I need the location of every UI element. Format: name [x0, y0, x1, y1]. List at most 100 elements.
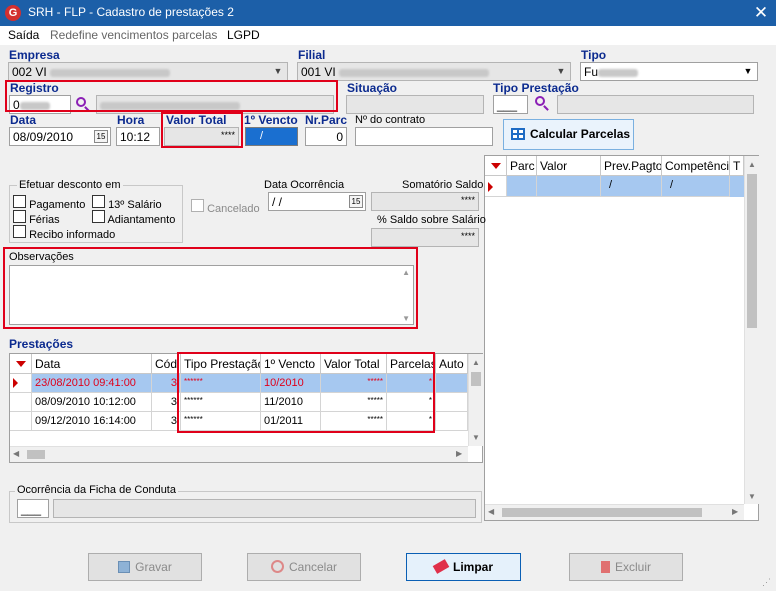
- tipo-select[interactable]: Fu ▼: [580, 62, 758, 81]
- filial-label: Filial: [298, 48, 326, 62]
- scroll-right-icon[interactable]: ▶: [456, 449, 462, 458]
- col-valor[interactable]: Valor: [537, 156, 601, 176]
- redacted-text: [50, 68, 171, 77]
- table-row[interactable]: 08/09/2010 10:12:00 3 ****** 11/2010 ***…: [10, 393, 468, 412]
- col-tipo-prestacao[interactable]: Tipo Prestação: [181, 354, 261, 374]
- scroll-up-icon[interactable]: ▲: [472, 358, 480, 367]
- scroll-thumb[interactable]: [27, 450, 45, 459]
- situacao-field: [346, 95, 484, 114]
- filial-select[interactable]: 001 VI ▼: [297, 62, 571, 81]
- limpar-label: Limpar: [452, 560, 493, 574]
- scroll-up-icon[interactable]: ▲: [748, 160, 756, 169]
- col-parcelas[interactable]: Parcelas: [387, 354, 436, 374]
- grid-menu-button[interactable]: [10, 354, 32, 374]
- dropdown-icon: [16, 361, 26, 367]
- ocorrencia-code-input[interactable]: ___: [17, 499, 49, 518]
- table-cell: 11/2010: [261, 393, 321, 412]
- somatorio-saldo-label: Somatório Saldo: [402, 179, 484, 191]
- scroll-down-icon[interactable]: ▼: [748, 492, 756, 501]
- calendar-icon[interactable]: 15: [94, 130, 108, 143]
- scroll-thumb[interactable]: [502, 508, 702, 517]
- scroll-thumb[interactable]: [747, 174, 757, 328]
- situacao-label: Situação: [347, 81, 398, 95]
- data-input[interactable]: 08/09/2010 15: [9, 127, 111, 146]
- data-ocorrencia-input[interactable]: / / 15: [268, 192, 366, 211]
- col-auto[interactable]: Auto d: [436, 354, 468, 374]
- menu-redefine-vencimentos[interactable]: Redefine vencimentos parcelas: [50, 28, 217, 42]
- search-registro-button[interactable]: [75, 96, 91, 112]
- nr-parc-input[interactable]: 0: [305, 127, 347, 146]
- table-cell: ******: [181, 374, 261, 393]
- prestacoes-grid[interactable]: Data Cód Tipo Prestação 1º Vencto Valor …: [9, 353, 483, 463]
- col-parc[interactable]: Parc: [507, 156, 537, 176]
- hora-input[interactable]: 10:12: [116, 127, 160, 146]
- scroll-right-icon[interactable]: ▶: [732, 507, 738, 516]
- adiantamento-checkbox[interactable]: Adiantamento: [92, 210, 175, 226]
- recibo-checkbox[interactable]: Recibo informado: [13, 225, 115, 241]
- checkbox-box: [92, 210, 105, 223]
- registro-input[interactable]: 0: [9, 95, 71, 114]
- table-cell: 3: [152, 374, 181, 393]
- prestacoes-label: Prestações: [9, 337, 74, 351]
- close-icon[interactable]: ✕: [750, 3, 772, 23]
- excluir-label: Excluir: [614, 560, 651, 574]
- table-row[interactable]: 23/08/2010 09:41:00 3 ****** 10/2010 ***…: [10, 374, 468, 393]
- horizontal-scrollbar[interactable]: ◀ ▶: [10, 446, 468, 462]
- search-tipo-prestacao-button[interactable]: [534, 95, 550, 111]
- scroll-left-icon[interactable]: ◀: [488, 507, 494, 516]
- table-cell: *: [387, 393, 436, 412]
- table-cell: /: [662, 176, 730, 197]
- nr-contrato-input[interactable]: [355, 127, 493, 146]
- vertical-scrollbar[interactable]: ▲ ▼: [744, 156, 759, 504]
- cancelado-label: Cancelado: [207, 203, 260, 215]
- calcular-parcelas-button[interactable]: Calcular Parcelas: [503, 119, 634, 150]
- table-cell: [537, 176, 601, 197]
- resize-grip-icon[interactable]: ⋰: [762, 577, 771, 588]
- scroll-left-icon[interactable]: ◀: [13, 449, 19, 458]
- empresa-select[interactable]: 002 VI ▼: [8, 62, 288, 81]
- ferias-checkbox[interactable]: Férias: [13, 210, 60, 226]
- gravar-button[interactable]: Gravar: [88, 553, 202, 581]
- vertical-scrollbar[interactable]: ▲ ▼: [468, 354, 483, 446]
- col-t[interactable]: T: [730, 156, 744, 176]
- decimo-terceiro-checkbox[interactable]: 13º Salário: [92, 195, 162, 211]
- table-cell: [436, 412, 468, 431]
- dropdown-icon: [491, 163, 501, 169]
- filial-value: 001 VI: [301, 65, 336, 79]
- col-prev-pagto[interactable]: Prev.Pagto: [601, 156, 662, 176]
- parcelas-grid[interactable]: Parc Valor Prev.Pagto Competência T / / …: [484, 155, 759, 521]
- col-valor-total[interactable]: Valor Total: [321, 354, 387, 374]
- cancelar-button[interactable]: Cancelar: [247, 553, 361, 581]
- observacoes-textarea[interactable]: ▲ ▼: [9, 265, 414, 325]
- chevron-down-icon: ▼: [556, 66, 566, 76]
- cancelado-checkbox[interactable]: Cancelado: [191, 199, 260, 215]
- horizontal-scrollbar[interactable]: ◀ ▶: [485, 504, 744, 520]
- scroll-down-icon[interactable]: ▼: [402, 314, 410, 323]
- tipo-prestacao-input[interactable]: ___: [493, 95, 528, 114]
- col-cod[interactable]: Cód: [152, 354, 181, 374]
- pagamento-checkbox[interactable]: Pagamento: [13, 195, 85, 211]
- tipo-prestacao-label: Tipo Prestação: [493, 81, 579, 95]
- scroll-up-icon[interactable]: ▲: [402, 268, 410, 277]
- table-row[interactable]: 09/12/2010 16:14:00 3 ****** 01/2011 ***…: [10, 412, 468, 431]
- grid-menu-button[interactable]: [485, 156, 507, 176]
- registro-nome-field: [96, 95, 334, 114]
- scroll-down-icon[interactable]: ▼: [472, 433, 480, 442]
- calendar-icon[interactable]: 15: [349, 195, 363, 208]
- table-cell: [436, 374, 468, 393]
- primeiro-vencto-input[interactable]: /: [245, 127, 298, 146]
- col-data[interactable]: Data: [32, 354, 152, 374]
- col-competencia[interactable]: Competência: [662, 156, 730, 176]
- checkbox-box: [13, 195, 26, 208]
- nr-parc-label: Nr.Parc: [305, 113, 348, 127]
- menu-saida[interactable]: Saída: [8, 28, 39, 42]
- ocorrencia-label: Ocorrência da Ficha de Conduta: [15, 484, 178, 496]
- window-title: SRH - FLP - Cadastro de prestações 2: [28, 5, 234, 19]
- menu-lgpd[interactable]: LGPD: [227, 28, 260, 42]
- limpar-button[interactable]: Limpar: [406, 553, 521, 581]
- excluir-button[interactable]: Excluir: [569, 553, 683, 581]
- table-cell: *: [387, 412, 436, 431]
- col-primeiro-vencto[interactable]: 1º Vencto: [261, 354, 321, 374]
- table-row[interactable]: / /: [485, 176, 744, 197]
- scroll-thumb[interactable]: [471, 372, 481, 386]
